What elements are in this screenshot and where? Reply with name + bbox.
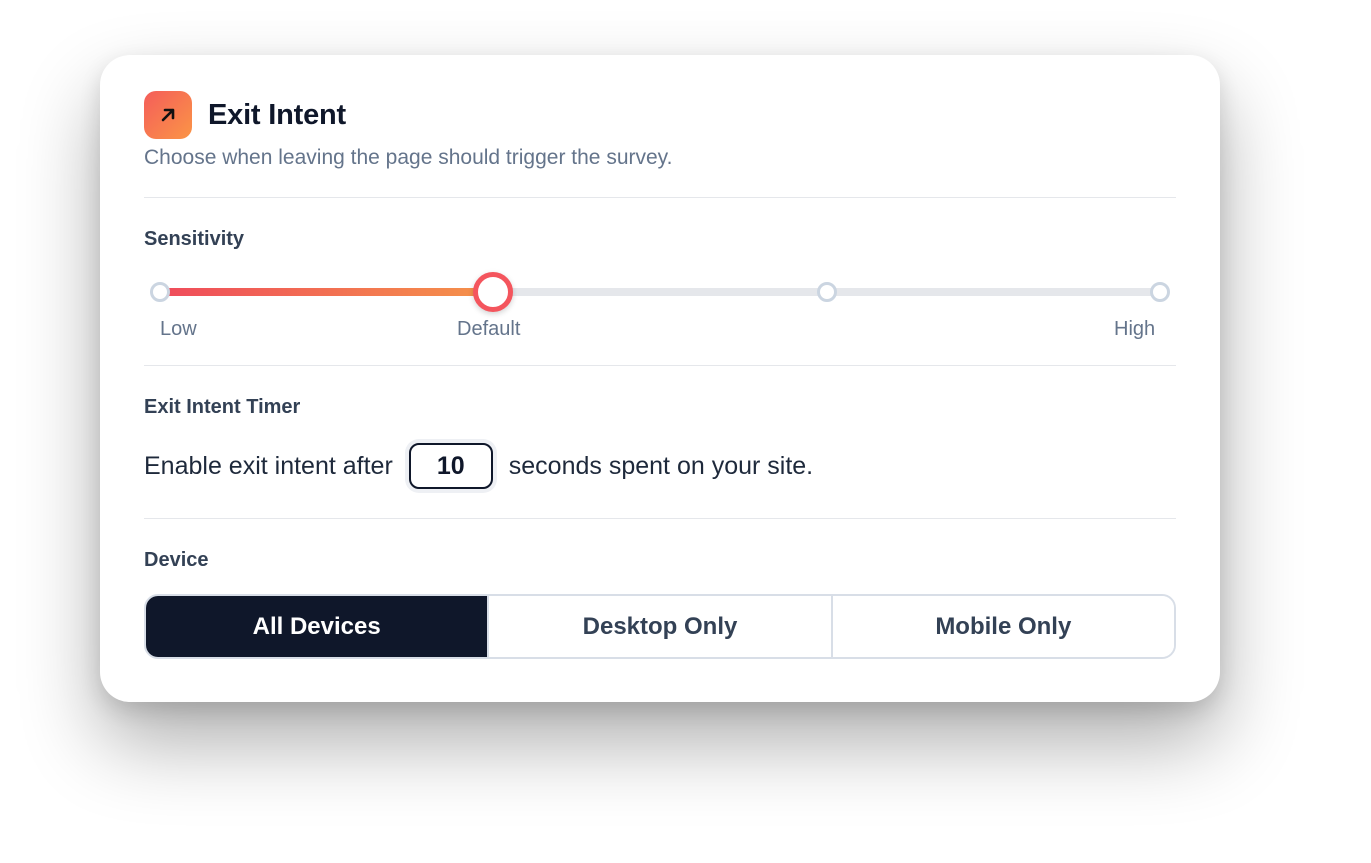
- card-title: Exit Intent: [208, 98, 346, 131]
- timer-seconds-input[interactable]: [408, 443, 493, 489]
- timer-row: Enable exit intent after seconds spent o…: [144, 437, 813, 495]
- device-option-all-devices[interactable]: All Devices: [146, 596, 490, 657]
- timer-label: Exit Intent Timer: [144, 396, 301, 418]
- timer-prefix-text: Enable exit intent after: [144, 451, 393, 480]
- card-header: Exit Intent: [144, 91, 346, 139]
- slider-stop[interactable]: [816, 282, 837, 302]
- slider-stop[interactable]: [1150, 282, 1170, 302]
- slider-label-default: Default: [457, 318, 521, 340]
- device-option-mobile-only[interactable]: Mobile Only: [832, 596, 1174, 657]
- card-subtitle: Choose when leaving the page should trig…: [144, 146, 673, 169]
- timer-suffix-text: seconds spent on your site.: [508, 451, 814, 480]
- exit-intent-card: Exit Intent Choose when leaving the page…: [100, 55, 1220, 702]
- divider: [144, 365, 1176, 366]
- device-segmented-control: All Devices Desktop Only Mobile Only: [144, 594, 1176, 659]
- divider: [144, 518, 1176, 519]
- slider-track-fill: [160, 288, 494, 296]
- divider: [144, 197, 1176, 198]
- timer-input-wrapper: [404, 439, 497, 493]
- slider-label-high: High: [1114, 318, 1156, 340]
- slider-label-low: Low: [160, 318, 197, 340]
- sensitivity-label: Sensitivity: [144, 228, 245, 250]
- device-label: Device: [144, 549, 209, 571]
- slider-stop[interactable]: [150, 282, 170, 302]
- device-option-desktop-only[interactable]: Desktop Only: [489, 596, 833, 657]
- arrow-up-right-icon: [144, 91, 192, 139]
- slider-thumb[interactable]: [473, 272, 514, 312]
